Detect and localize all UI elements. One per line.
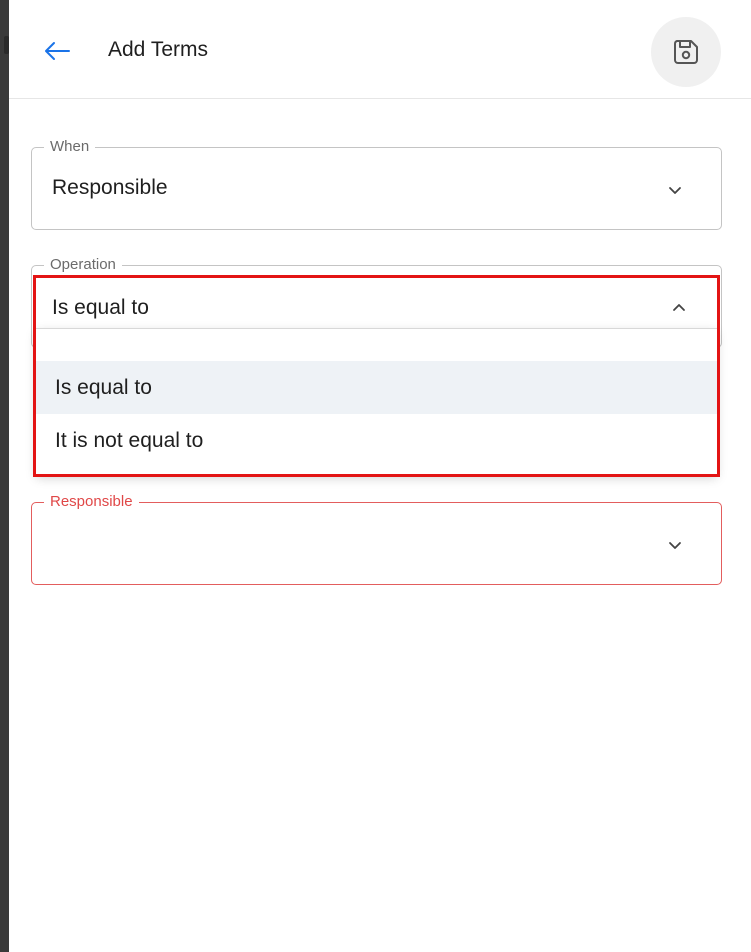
- save-button[interactable]: [651, 17, 721, 87]
- when-value: Responsible: [52, 176, 168, 199]
- chevron-down-icon: [669, 542, 681, 549]
- operation-dropdown-menu: Is equal to It is not equal to: [36, 328, 717, 474]
- window-edge: [0, 0, 9, 952]
- chevron-up-icon: [673, 304, 685, 311]
- back-button[interactable]: [39, 36, 75, 66]
- menu-option-is-equal-to[interactable]: Is equal to: [36, 361, 717, 414]
- operation-value: Is equal to: [52, 296, 149, 319]
- operation-select-open[interactable]: Is equal to: [36, 278, 717, 328]
- when-label: When: [44, 138, 96, 156]
- app-header: Add Terms: [9, 0, 751, 99]
- when-select[interactable]: When Responsible: [31, 138, 722, 230]
- add-terms-screen: Add Terms When Responsible Operation Res…: [9, 0, 751, 952]
- chevron-down-icon: [669, 187, 681, 194]
- arrow-left-icon: [45, 42, 70, 60]
- responsible-select[interactable]: Responsible: [31, 493, 722, 585]
- page-title: Add Terms: [108, 38, 208, 61]
- menu-option-not-equal-to[interactable]: It is not equal to: [36, 414, 717, 467]
- responsible-label: Responsible: [44, 493, 139, 511]
- operation-label: Operation: [44, 256, 122, 274]
- floppy-disk-icon: [674, 40, 698, 64]
